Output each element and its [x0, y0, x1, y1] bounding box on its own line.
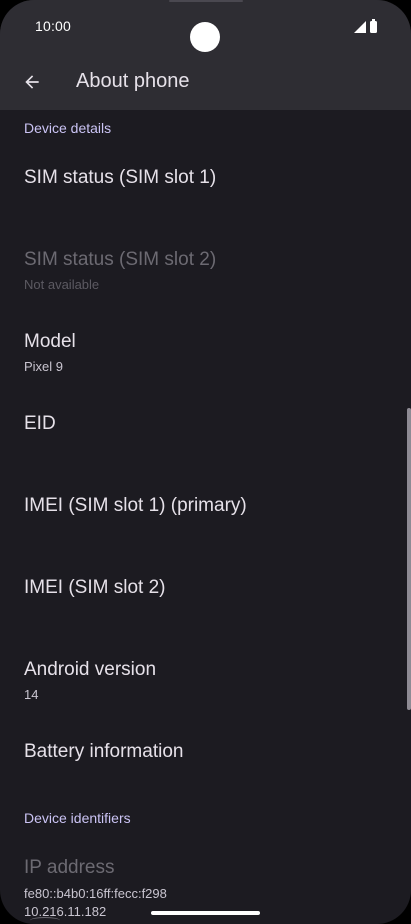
- top-edge: [169, 0, 243, 2]
- pref-title: EID: [24, 413, 56, 434]
- pref-eid[interactable]: EID: [0, 386, 411, 468]
- pref-imei-slot-1[interactable]: IMEI (SIM slot 1) (primary): [0, 468, 411, 550]
- signal-icon: [354, 21, 366, 33]
- pref-sim-status-slot-2: SIM status (SIM slot 2) Not available: [0, 222, 411, 304]
- scrollbar[interactable]: [407, 408, 411, 710]
- pref-summary: Pixel 9: [24, 359, 64, 374]
- pref-summary: 14: [24, 687, 39, 702]
- battery-icon: [370, 19, 377, 33]
- pref-model[interactable]: Model Pixel 9: [0, 304, 411, 386]
- pref-title: SIM status (SIM slot 1): [24, 167, 217, 188]
- gesture-navigation-bar[interactable]: [151, 911, 260, 915]
- pref-title: IP address: [24, 857, 115, 878]
- pref-sim-status-slot-1[interactable]: SIM status (SIM slot 1): [0, 140, 411, 222]
- page-title: About phone: [76, 70, 190, 92]
- section-header-device-identifiers: Device identifiers: [24, 810, 131, 826]
- settings-list: Device details SIM status (SIM slot 1) S…: [0, 110, 411, 924]
- pref-summary: Not available: [24, 277, 100, 292]
- front-camera: [190, 22, 220, 52]
- status-time: 10:00: [35, 18, 72, 34]
- arrow-back-icon: [25, 75, 39, 89]
- pref-title: SIM status (SIM slot 2): [24, 249, 217, 270]
- back-button[interactable]: [12, 62, 52, 102]
- section-header-device-details: Device details: [24, 120, 112, 136]
- pref-ip-address: IP address fe80::b4b0:16ff:fecc:f298 10.…: [0, 830, 411, 924]
- pref-battery-information[interactable]: Battery information: [0, 714, 411, 796]
- pref-title: Android version: [24, 659, 157, 680]
- bottom-edge: [30, 917, 60, 924]
- app-bar: About phone: [0, 54, 411, 110]
- pref-title: IMEI (SIM slot 2): [24, 577, 166, 598]
- phone-screen: 10:00 About phone Device details SIM sta…: [0, 0, 411, 924]
- ip-address-ipv6: fe80::b4b0:16ff:fecc:f298: [24, 886, 167, 901]
- pref-imei-slot-2[interactable]: IMEI (SIM slot 2): [0, 550, 411, 632]
- status-bar: 10:00: [0, 0, 411, 54]
- pref-title: IMEI (SIM slot 1) (primary): [24, 495, 247, 516]
- pref-title: Battery information: [24, 741, 184, 762]
- pref-android-version[interactable]: Android version 14: [0, 632, 411, 714]
- pref-title: Model: [24, 331, 76, 352]
- status-icons: [354, 19, 377, 33]
